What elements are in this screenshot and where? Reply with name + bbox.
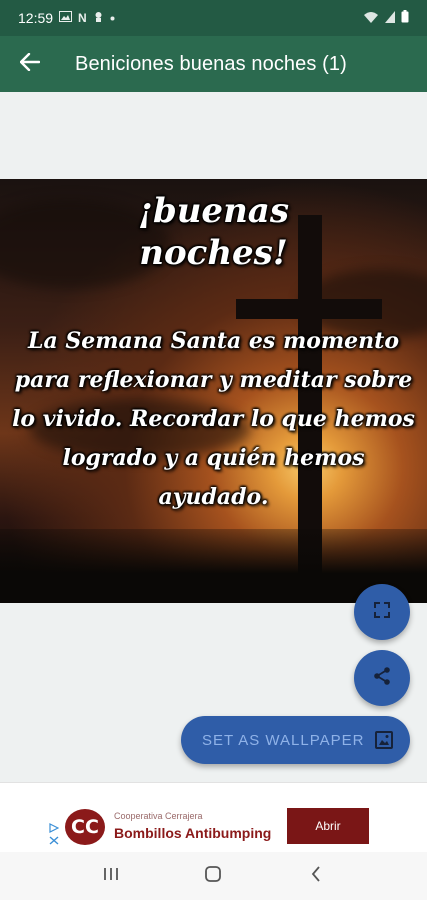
notification-icon xyxy=(93,11,104,26)
status-time: 12:59 xyxy=(18,10,54,26)
back-button[interactable] xyxy=(0,36,60,92)
ad-area: CC Cooperativa Cerrajera Bombillos Antib… xyxy=(0,782,427,852)
ad-open-button[interactable]: Abrir xyxy=(287,808,369,844)
battery-icon xyxy=(401,10,409,26)
cross-horizontal xyxy=(236,299,382,319)
greeting-title: ¡buenas noches! xyxy=(0,190,427,274)
share-icon xyxy=(372,666,392,691)
back-icon xyxy=(310,865,322,888)
status-right xyxy=(363,10,409,26)
set-wallpaper-label: SET AS WALLPAPER xyxy=(202,731,365,749)
greeting-title-line: noches! xyxy=(139,233,288,273)
n-icon: N xyxy=(78,11,87,25)
wifi-icon xyxy=(363,10,379,26)
share-button[interactable] xyxy=(354,650,410,706)
status-bar: 12:59 N xyxy=(0,0,427,36)
ad-subtitle: Cooperativa Cerrajera xyxy=(114,811,203,821)
system-nav-bar xyxy=(0,852,427,900)
fullscreen-icon xyxy=(373,601,391,624)
ad-banner[interactable]: CC Cooperativa Cerrajera Bombillos Antib… xyxy=(49,803,379,851)
recents-button[interactable] xyxy=(91,856,131,896)
home-icon xyxy=(204,865,222,888)
ad-choices-icon[interactable] xyxy=(49,823,60,847)
signal-icon xyxy=(385,10,395,26)
home-button[interactable] xyxy=(193,856,233,896)
fullscreen-button[interactable] xyxy=(354,584,410,640)
image-icon xyxy=(59,11,73,25)
status-left: 12:59 N xyxy=(18,10,115,26)
recents-icon xyxy=(102,866,120,887)
arrow-left-icon xyxy=(19,52,41,76)
system-back-button[interactable] xyxy=(296,856,336,896)
ad-headline: Bombillos Antibumping xyxy=(114,825,272,841)
app-bar: Beniciones buenas noches (1) xyxy=(0,36,427,92)
wallpaper-icon xyxy=(374,730,394,754)
dot-icon xyxy=(110,13,115,24)
set-wallpaper-button[interactable]: SET AS WALLPAPER xyxy=(181,716,410,764)
page-title: Beniciones buenas noches (1) xyxy=(75,52,347,75)
ad-logo: CC xyxy=(65,809,105,845)
greeting-title-line: ¡buenas xyxy=(138,191,289,231)
greeting-message: La Semana Santa es momento para reflexio… xyxy=(12,328,415,510)
